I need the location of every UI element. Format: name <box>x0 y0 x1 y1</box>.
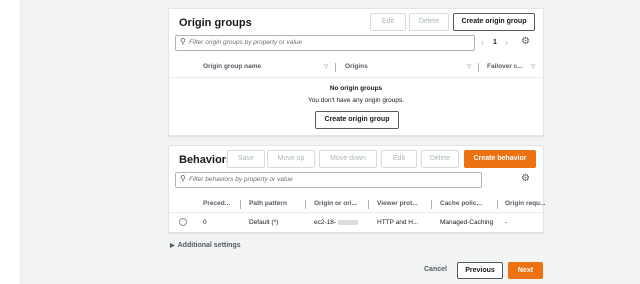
redacted-text <box>338 219 359 225</box>
move-down-button[interactable]: Move down <box>319 150 377 168</box>
col-cache-policy[interactable]: Cache polic... <box>440 200 482 207</box>
col-viewer-protocol[interactable]: Viewer prot... <box>377 200 418 207</box>
gear-icon[interactable]: ⚙ <box>521 36 530 47</box>
create-origin-group-button[interactable]: Create origin group <box>453 13 535 31</box>
chevron-right-icon[interactable]: › <box>505 37 508 47</box>
column-divider <box>431 200 432 209</box>
behaviors-delete-button[interactable]: Delete <box>421 150 459 168</box>
empty-title: No origin groups <box>329 85 383 92</box>
gear-icon[interactable]: ⚙ <box>521 173 530 184</box>
sort-icon[interactable]: ▽ <box>324 64 328 70</box>
behaviors-search-input[interactable]: ⚲ Filter behaviors by property or value <box>175 172 482 188</box>
column-divider <box>305 200 306 209</box>
sort-icon[interactable]: ▽ <box>467 64 471 70</box>
search-icon: ⚲ <box>180 37 186 46</box>
origin-groups-title: Origin groups <box>179 17 252 29</box>
cell-precedence: 0 <box>203 219 207 226</box>
origin-groups-panel: Origin groups Edit Delete Create origin … <box>168 8 544 136</box>
col-origin-request[interactable]: Origin requ... <box>505 200 545 207</box>
column-divider <box>240 200 241 209</box>
save-button[interactable]: Save <box>227 150 265 168</box>
col-path-pattern[interactable]: Path pattern <box>249 200 287 207</box>
column-divider <box>478 63 479 72</box>
sort-icon[interactable]: ▽ <box>531 64 535 70</box>
cell-origin: ec2-18- <box>314 219 359 226</box>
empty-message: You don't have any origin groups. <box>307 97 405 104</box>
additional-settings-toggle[interactable]: ▶ Additional settings <box>170 242 241 249</box>
left-strip <box>0 0 21 284</box>
column-divider <box>497 200 498 209</box>
behaviors-panel: Behaviors Save Move up Move down Edit De… <box>168 145 545 233</box>
column-divider <box>368 200 369 209</box>
behaviors-title: Behaviors <box>179 154 233 166</box>
create-behavior-button[interactable]: Create behavior <box>464 150 536 168</box>
col-failover[interactable]: Failover c... <box>487 63 523 70</box>
col-origin[interactable]: Origin or ori... <box>314 200 357 207</box>
behaviors-search-placeholder: Filter behaviors by property or value <box>189 176 293 183</box>
table-divider <box>169 212 543 213</box>
col-precedence[interactable]: Preced... <box>203 200 230 207</box>
previous-button[interactable]: Previous <box>457 262 503 279</box>
page: Origin groups Edit Delete Create origin … <box>0 0 640 284</box>
empty-create-origin-group-button[interactable]: Create origin group <box>315 111 399 129</box>
next-button[interactable]: Next <box>508 262 543 279</box>
cell-cache-policy: Managed-Caching <box>440 219 494 226</box>
table-divider <box>169 77 543 78</box>
col-origins[interactable]: Origins <box>345 63 368 70</box>
origin-groups-search-placeholder: Filter origin groups by property or valu… <box>189 39 303 46</box>
cell-origin-text: ec2-18- <box>314 219 337 226</box>
move-up-button[interactable]: Move up <box>267 150 315 168</box>
origin-groups-edit-button[interactable]: Edit <box>370 13 406 31</box>
page-number[interactable]: 1 <box>493 39 497 46</box>
row-radio[interactable] <box>179 218 187 226</box>
chevron-left-icon[interactable]: ‹ <box>481 37 484 47</box>
col-origin-group-name[interactable]: Origin group name <box>203 63 261 70</box>
search-icon: ⚲ <box>180 174 186 183</box>
column-divider <box>335 63 336 72</box>
cell-path-pattern: Default (*) <box>249 219 279 226</box>
origin-groups-delete-button[interactable]: Delete <box>409 13 449 31</box>
cell-viewer-protocol: HTTP and H... <box>377 219 419 226</box>
behaviors-edit-button[interactable]: Edit <box>381 150 417 168</box>
origin-groups-search-input[interactable]: ⚲ Filter origin groups by property or va… <box>175 35 475 51</box>
cell-origin-request: - <box>505 219 508 226</box>
additional-settings-label: Additional settings <box>177 242 241 249</box>
cancel-button[interactable]: Cancel <box>424 266 447 273</box>
triangle-right-icon: ▶ <box>170 243 175 249</box>
